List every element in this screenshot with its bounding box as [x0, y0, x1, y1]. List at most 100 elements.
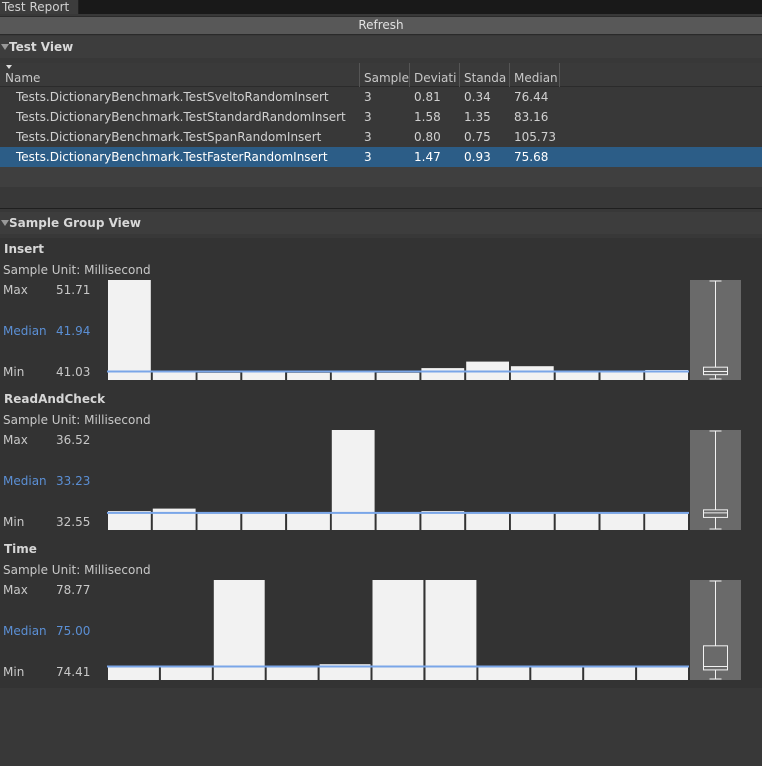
min-label: Min: [3, 515, 25, 529]
sample-bar[interactable]: [331, 371, 375, 380]
sample-bar[interactable]: [478, 666, 530, 681]
sample-bar[interactable]: [425, 580, 477, 680]
row-name: Tests.DictionaryBenchmark.TestSpanRandom…: [16, 130, 322, 144]
bar-chart: [107, 580, 689, 680]
quartile-box: [703, 509, 728, 518]
row-standard: 1.35: [464, 110, 491, 124]
row-name: Tests.DictionaryBenchmark.TestFasterRand…: [16, 150, 328, 164]
sample-bar[interactable]: [372, 580, 424, 680]
median-label: Median: [3, 324, 47, 338]
box-plot-svg: [703, 430, 728, 530]
sample-bar[interactable]: [600, 513, 644, 530]
box-plot: [690, 280, 741, 380]
row-median: 83.16: [514, 110, 549, 124]
row-sample: 3: [364, 150, 372, 164]
min-value: 74.41: [56, 665, 91, 679]
table-row[interactable]: Tests.DictionaryBenchmark.TestSveltoRand…: [0, 87, 762, 107]
sample-bar[interactable]: [376, 372, 420, 380]
row-deviation: 1.47: [414, 150, 441, 164]
sample-bar[interactable]: [197, 372, 241, 380]
sample-bar[interactable]: [242, 513, 286, 530]
sample-bar[interactable]: [266, 666, 318, 681]
max-value: 78.77: [56, 583, 91, 597]
sample-bar[interactable]: [531, 666, 583, 681]
splitter-handle[interactable]: [0, 208, 762, 209]
median-value: 41.94: [56, 324, 91, 338]
median-line: [107, 665, 689, 668]
sample-bar[interactable]: [213, 580, 265, 680]
sample-bar[interactable]: [637, 666, 688, 681]
sample-bar[interactable]: [287, 372, 330, 380]
tab-test-report[interactable]: Test Report: [0, 0, 79, 14]
max-label: Max: [3, 283, 28, 297]
sample-bar[interactable]: [160, 666, 212, 681]
sample-bar[interactable]: [645, 513, 688, 530]
column-header-median-label: Median: [514, 71, 558, 85]
row-deviation: 1.58: [414, 110, 441, 124]
group-title: Insert: [4, 242, 44, 256]
refresh-button[interactable]: Refresh: [0, 16, 762, 35]
foldout-arrow-icon[interactable]: [1, 220, 9, 226]
table-row[interactable]: Tests.DictionaryBenchmark.TestStandardRa…: [0, 107, 762, 127]
column-header-median[interactable]: Median: [510, 63, 560, 87]
box-plot-svg: [703, 280, 728, 380]
bar-chart: [107, 280, 689, 380]
sample-bar[interactable]: [600, 371, 644, 380]
box-plot: [690, 430, 741, 530]
sample-bar[interactable]: [555, 513, 599, 530]
median-value: 75.00: [56, 624, 91, 638]
sample-bar[interactable]: [197, 513, 241, 530]
test-view-title: Test View: [9, 40, 74, 54]
sample-bar[interactable]: [108, 666, 159, 681]
column-header-sample-label: Sample: [364, 71, 409, 85]
sample-bar[interactable]: [421, 511, 465, 530]
sample-bar[interactable]: [287, 513, 330, 530]
max-label: Max: [3, 583, 28, 597]
median-line: [107, 511, 689, 514]
sample-bar[interactable]: [466, 513, 509, 530]
sample-bar[interactable]: [108, 280, 151, 380]
sample-bar[interactable]: [331, 430, 375, 530]
min-label: Min: [3, 365, 25, 379]
sample-group-time: Time Sample Unit: Millisecond Max 78.77 Medi…: [0, 538, 762, 688]
column-header-name-label: Name: [5, 71, 41, 85]
sample-group-view-header[interactable]: Sample Group View: [0, 212, 762, 234]
sample-bar[interactable]: [242, 371, 286, 380]
tab-bar: Test Report: [0, 0, 762, 14]
test-view-header[interactable]: Test View: [0, 36, 762, 58]
row-sample: 3: [364, 110, 372, 124]
sample-bar[interactable]: [152, 508, 196, 530]
row-standard: 0.93: [464, 150, 491, 164]
column-header-sample[interactable]: Sample: [360, 63, 410, 87]
median-label: Median: [3, 474, 47, 488]
max-value: 51.71: [56, 283, 91, 297]
sample-bar[interactable]: [421, 368, 465, 380]
table-empty-row: [0, 167, 762, 187]
median-label: Median: [3, 624, 47, 638]
sample-group-insert: Insert Sample Unit: Millisecond Max 51.71 Me…: [0, 238, 762, 388]
column-header-deviation[interactable]: Deviati: [410, 63, 460, 87]
sample-bar[interactable]: [510, 513, 554, 530]
plot-area: [107, 580, 689, 683]
sample-bar[interactable]: [584, 666, 636, 681]
min-label: Min: [3, 665, 25, 679]
min-value: 32.55: [56, 515, 91, 529]
sample-bar[interactable]: [510, 366, 554, 380]
column-header-standard[interactable]: Standa: [460, 63, 510, 87]
column-header-name[interactable]: Name: [0, 63, 360, 87]
sample-bar[interactable]: [376, 513, 420, 530]
row-median: 105.73: [514, 130, 556, 144]
plot-area: [107, 430, 689, 533]
table-row-selected[interactable]: Tests.DictionaryBenchmark.TestFasterRand…: [0, 147, 762, 167]
sample-bar[interactable]: [555, 371, 599, 380]
group-title: ReadAndCheck: [4, 392, 106, 406]
row-standard: 0.75: [464, 130, 491, 144]
sample-unit-label: Sample Unit: Millisecond: [3, 413, 151, 427]
table-row[interactable]: Tests.DictionaryBenchmark.TestSpanRandom…: [0, 127, 762, 147]
max-value: 36.52: [56, 433, 91, 447]
row-name: Tests.DictionaryBenchmark.TestSveltoRand…: [16, 90, 329, 104]
sample-bar[interactable]: [108, 511, 151, 530]
box-plot-svg: [703, 580, 728, 680]
foldout-arrow-icon[interactable]: [1, 44, 9, 50]
row-median: 76.44: [514, 90, 549, 104]
